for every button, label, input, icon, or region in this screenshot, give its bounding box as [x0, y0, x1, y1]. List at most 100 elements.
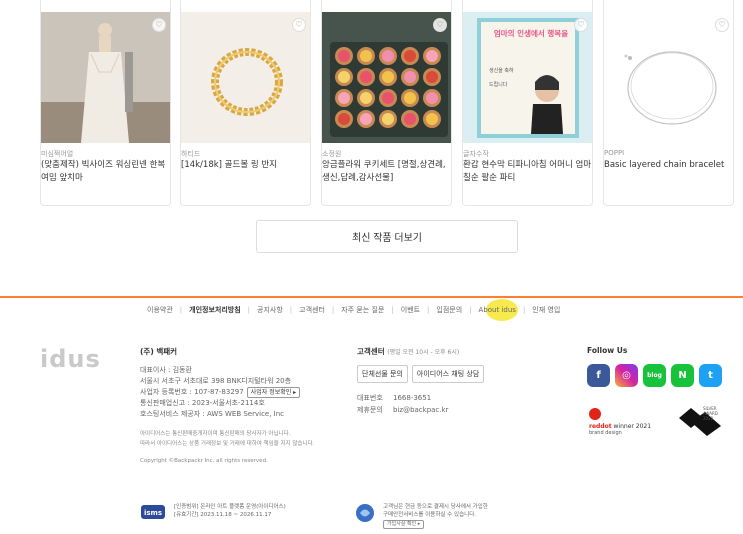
heart-icon[interactable]: ♡	[292, 18, 306, 32]
hosting-line: 호스팅서비스 제공자 : AWS WEB Service, Inc	[140, 410, 285, 418]
cookie-set-image	[322, 12, 451, 143]
idus-logo[interactable]: idus	[40, 345, 101, 373]
twitter-icon[interactable]: t	[699, 364, 722, 387]
disclaimer-line: 따라서 아이디어스는 상품 거래정보 및 거래에 대하여 책임을 지지 않습니다…	[140, 441, 315, 447]
footer-link-seller-inquiry[interactable]: 입점문의	[429, 305, 469, 315]
footer-link-customer-center[interactable]: 고객센터	[292, 305, 332, 315]
cs-title: 고객센터	[357, 347, 385, 356]
facebook-icon[interactable]: f	[587, 364, 610, 387]
cookie-flower	[360, 50, 372, 62]
heart-icon[interactable]: ♡	[152, 18, 166, 32]
svg-text:생신을 축하: 생신을 축하	[489, 67, 514, 74]
cookie-flower	[360, 71, 372, 83]
disclaimer: 아이디어스는 통신판매중개자이며 통신판매의 당사자가 아닙니다. 따라서 아이…	[140, 429, 350, 449]
follow-title: Follow Us	[587, 346, 628, 355]
reddot-label: reddot winner 2021	[589, 423, 652, 430]
product-title[interactable]: 환갑 현수막 티파니아침 어머니 엄마 칠순 팔순 파티	[463, 159, 592, 185]
partner-label: 제휴문의	[357, 406, 383, 414]
cookie-flower	[360, 92, 372, 104]
footer-link-careers[interactable]: 인재 영입	[525, 305, 567, 315]
isms-cert: isms [인증범위] 온라인 아트 플랫폼 운영(아이디어스) [유효기간] …	[140, 503, 286, 521]
cookie-flower	[338, 50, 350, 62]
social-icons: f ◎ blog N t	[587, 364, 737, 387]
bracelet-image	[604, 12, 733, 143]
footer-link-terms[interactable]: 이용약관	[140, 305, 180, 315]
footer-link-faq[interactable]: 자주 묻는 질문	[334, 305, 391, 315]
shop-name[interactable]: POPPI	[604, 149, 624, 157]
shop-name[interactable]: 소정원	[322, 149, 341, 159]
banner-text: 엄마의 인생에서 행복을	[493, 29, 569, 38]
follow-us: Follow Us f ◎ blog N t reddot winner 202…	[587, 346, 737, 436]
group-gift-inquiry-button[interactable]: 단체선물 문의	[357, 365, 408, 383]
product-title[interactable]: 앙금플라워 쿠키세트 [명절,상견례,생신,답례,감사선물]	[322, 159, 451, 185]
copyright: Copyright ©Backpackr Inc. all rights res…	[140, 458, 268, 464]
product-image[interactable]: ♡	[604, 12, 733, 143]
product-image[interactable]: ♡	[322, 12, 451, 143]
awards: reddot winner 2021 brand design SILVER A…	[587, 404, 737, 444]
footer-link-privacy[interactable]: 개인정보처리방침	[182, 305, 248, 315]
disclaimer-line: 아이디어스는 통신판매중개자이며 통신판매의 당사자가 아닙니다.	[140, 431, 291, 437]
heart-icon[interactable]: ♡	[715, 18, 729, 32]
product-card[interactable]: ♡ 소정원 앙금플라워 쿠키세트 [명절,상견례,생신,답례,감사선물]	[321, 0, 452, 206]
product-title[interactable]: (맞춤제작) 빅사이즈 워싱린넨 한복 여밈 앞치마	[41, 159, 170, 185]
phone-number: 1668-3651	[393, 394, 432, 402]
escrow-shield-icon	[356, 504, 374, 522]
cs-buttons: 단체선물 문의 아이디어스 채팅 상담	[357, 365, 537, 383]
cookie-flower	[382, 71, 394, 83]
biz-info-check-button[interactable]: 사업자 정보확인 ▸	[246, 387, 301, 398]
cookie-flower	[426, 113, 438, 125]
shop-name[interactable]: 하티드	[181, 149, 200, 159]
cookie-flower	[382, 113, 394, 125]
product-image[interactable]: ♡	[41, 12, 170, 143]
product-title[interactable]: [14k/18k] 골드볼 링 반지	[181, 159, 310, 172]
blog-icon[interactable]: blog	[643, 364, 666, 387]
cookie-flower	[404, 113, 416, 125]
product-image[interactable]: ♡	[181, 12, 310, 143]
partner-email[interactable]: biz@backpac.kr	[393, 406, 448, 414]
naver-post-icon[interactable]: N	[671, 364, 694, 387]
chat-consult-button[interactable]: 아이디어스 채팅 상담	[411, 365, 485, 383]
product-image[interactable]: 생신을 축하 드립니다 엄마의 인생에서 행복을 ♡	[463, 12, 592, 143]
cs-hours: (평일 오전 10시 - 오후 6시)	[387, 349, 460, 356]
cs-contacts: 대표번호 1668-3651 제휴문의 biz@backpac.kr	[357, 392, 537, 416]
more-products-button[interactable]: 최신 작품 더보기	[256, 220, 518, 253]
silver-award: SILVER AWARD 2022	[677, 404, 723, 438]
address-line: 서울시 서초구 서초대로 398 BNK디지털타워 20층	[140, 377, 292, 385]
isms-text: [인증범위] 온라인 아트 플랫폼 운영(아이디어스) [유효기간] 2023.…	[174, 504, 286, 518]
footer-links: 이용약관 | 개인정보처리방침 | 공지사항 | 고객센터 | 자주 묻는 질문…	[140, 304, 567, 316]
heart-icon[interactable]: ♡	[574, 18, 588, 32]
cs-heading: 고객센터 (평일 오전 10시 - 오후 6시)	[357, 346, 537, 357]
escrow-check-button[interactable]: 가입사실 확인 ▸	[383, 520, 425, 529]
biz-number-line: 사업자 등록번호 : 107-87-83297 사업자 정보확인 ▸	[140, 387, 350, 398]
cookie-flower	[426, 50, 438, 62]
product-card[interactable]: ♡ 미심쩍어얼 (맞춤제작) 빅사이즈 워싱린넨 한복 여밈 앞치마	[40, 0, 171, 206]
phone-label: 대표번호	[357, 394, 383, 402]
cookie-flower	[426, 71, 438, 83]
footer-link-about[interactable]: About idus	[472, 306, 523, 314]
product-card[interactable]: 생신을 축하 드립니다 엄마의 인생에서 행복을 ♡ 글자수작 환갑 현수막 티…	[462, 0, 593, 206]
svg-text:isms: isms	[144, 509, 162, 517]
cookie-flower	[404, 50, 416, 62]
product-title[interactable]: Basic layered chain bracelet	[604, 159, 733, 172]
instagram-icon[interactable]: ◎	[615, 364, 638, 387]
escrow-cert: 고객님은 현금 등으로 결제시 당사에서 가입한 구매안전서비스를 이용하실 수…	[355, 503, 488, 529]
partner-row: 제휴문의 biz@backpac.kr	[357, 404, 537, 416]
heart-icon[interactable]: ♡	[433, 18, 447, 32]
cookie-flower	[338, 71, 350, 83]
product-grid: ♡ 미심쩍어얼 (맞춤제작) 빅사이즈 워싱린넨 한복 여밈 앞치마 ♡ 하티드…	[40, 0, 734, 206]
cookie-flower	[382, 50, 394, 62]
company-name: (주) 백패커	[140, 347, 178, 356]
biz-number: 사업자 등록번호 : 107-87-83297	[140, 388, 244, 396]
footer-link-notice[interactable]: 공지사항	[250, 305, 290, 315]
company-info: (주) 백패커 대표이사 : 김동환 서울시 서초구 서초대로 398 BNK디…	[140, 346, 350, 464]
cookie-flower	[404, 92, 416, 104]
product-card[interactable]: ♡ POPPI Basic layered chain bracelet	[603, 0, 734, 206]
product-card[interactable]: ♡ 하티드 [14k/18k] 골드볼 링 반지	[180, 0, 311, 206]
footer-link-events[interactable]: 이벤트	[394, 305, 427, 315]
shop-name[interactable]: 글자수작	[463, 149, 489, 159]
shop-name[interactable]: 미심쩍어얼	[41, 149, 73, 159]
cookie-flower	[426, 92, 438, 104]
cookie-flower	[360, 113, 372, 125]
reddot-icon	[589, 408, 601, 420]
escrow-text: 고객님은 현금 등으로 결제시 당사에서 가입한 구매안전서비스를 이용하실 수…	[383, 504, 488, 529]
